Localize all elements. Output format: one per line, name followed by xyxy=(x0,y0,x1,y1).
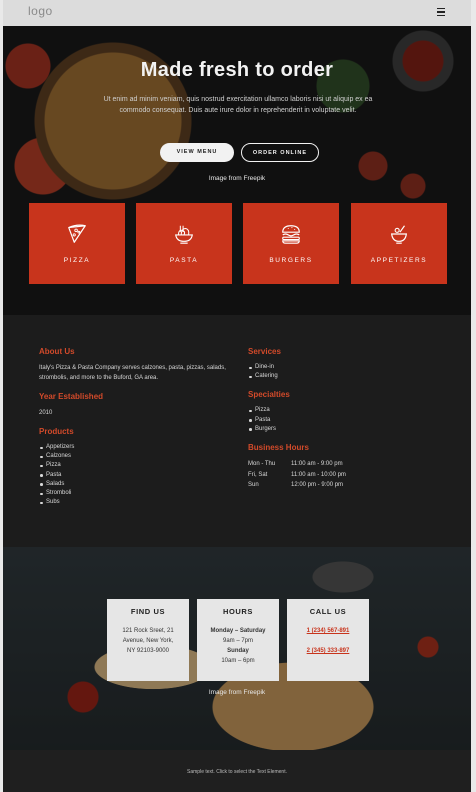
specialties-heading: Specialties xyxy=(248,390,290,400)
hero-section: Made fresh to order Ut enim ad minim ven… xyxy=(3,26,471,315)
info-right-column: Services Dine-in Catering Specialties Pi… xyxy=(248,347,438,491)
hero-title: Made fresh to order xyxy=(140,59,334,81)
contact-section: FIND US 121 Rock Sreet, 21 Avenue, New Y… xyxy=(3,547,471,750)
established-value: 2010 xyxy=(39,410,53,416)
address: 121 Rock Sreet, 21 Avenue, New York, NY … xyxy=(107,626,189,656)
specialties-list: Pizza Pasta Burgers xyxy=(248,406,438,434)
footer-text[interactable]: Sample text. Click to select the Text El… xyxy=(3,769,471,775)
hours-time: 11:00 am - 10:00 pm xyxy=(291,471,346,478)
find-us-card: FIND US 121 Rock Sreet, 21 Avenue, New Y… xyxy=(107,599,189,681)
hours-row: Fri, Sat 11:00 am - 10:00 pm xyxy=(248,470,438,481)
pizza-slice-icon xyxy=(68,224,86,243)
tile-label: PASTA xyxy=(169,257,199,264)
pasta-bowl-icon xyxy=(175,225,193,244)
burger-icon xyxy=(282,225,300,244)
site-footer: Sample text. Click to select the Text El… xyxy=(3,750,471,792)
services-list: Dine-in Catering xyxy=(248,363,438,381)
products-heading: Products xyxy=(39,427,74,436)
order-online-button[interactable]: ORDER ONLINE xyxy=(241,143,319,162)
phone-link[interactable]: 2 (345) 333-897 xyxy=(287,646,369,656)
hours-info: Monday – Saturday 9am – 7pm Sunday 10am … xyxy=(197,626,279,666)
list-item: Salads xyxy=(39,480,229,489)
info-section: About Us Italy's Pizza & Pasta Company s… xyxy=(3,315,471,547)
list-item: Subs xyxy=(39,498,229,507)
logo[interactable]: logo xyxy=(28,4,53,18)
address-line: Avenue, New York, xyxy=(122,638,174,644)
address-line: NY 92103-9000 xyxy=(127,648,169,654)
hours-day: Mon - Thu xyxy=(248,461,276,468)
list-item: Stromboli xyxy=(39,489,229,498)
hero-text: Ut enim ad minim veniam, quis nostrud ex… xyxy=(103,96,373,114)
page-frame: logo Made fresh to order Ut enim ad mini… xyxy=(3,0,471,792)
list-item: Pasta xyxy=(248,416,438,425)
about-heading: About Us xyxy=(39,347,75,356)
hours-day: Sun xyxy=(248,482,259,489)
about-text: Italy's Pizza & Pasta Company serves cal… xyxy=(39,365,226,381)
list-item: Pizza xyxy=(39,461,229,470)
hours-day: Fri, Sat xyxy=(248,471,268,478)
tile-label: APPETIZERS xyxy=(370,257,428,264)
card-title: CALL US xyxy=(309,607,347,616)
hours-line: 10am – 6pm xyxy=(221,658,255,664)
site-header: logo xyxy=(3,0,471,26)
hours-card: HOURS Monday – Saturday 9am – 7pm Sunday… xyxy=(197,599,279,681)
category-tiles: PIZZA PASTA BURGERS APPETIZERS xyxy=(29,203,447,284)
tile-appetizers[interactable]: APPETIZERS xyxy=(351,203,447,284)
list-item: Dine-in xyxy=(248,363,438,372)
tile-pizza[interactable]: PIZZA xyxy=(29,203,125,284)
contact-cards: FIND US 121 Rock Sreet, 21 Avenue, New Y… xyxy=(107,599,369,681)
phone-link[interactable]: 1 (234) 567-891 xyxy=(287,626,369,636)
hours-time: 12:00 pm - 9:00 pm xyxy=(291,482,344,489)
list-item: Appetizers xyxy=(39,443,229,452)
hero-image-credit: Image from Freepik xyxy=(208,175,266,182)
hours-row: Mon - Thu 11:00 am - 9:00 pm xyxy=(248,459,438,470)
hours-line: Monday – Saturday xyxy=(210,628,266,634)
card-title: HOURS xyxy=(222,607,254,616)
hours-line: 9am – 7pm xyxy=(222,638,253,644)
list-item: Calzones xyxy=(39,452,229,461)
info-left-column: About Us Italy's Pizza & Pasta Company s… xyxy=(39,347,229,507)
contact-image-credit: Image from Freepik xyxy=(208,689,266,696)
tile-burgers[interactable]: BURGERS xyxy=(243,203,339,284)
list-item: Catering xyxy=(248,372,438,381)
address-line: 121 Rock Sreet, 21 xyxy=(122,628,174,634)
hours-row: Sun 12:00 pm - 9:00 pm xyxy=(248,480,438,491)
call-us-card: CALL US 1 (234) 567-891 2 (345) 333-897 xyxy=(287,599,369,681)
services-heading: Services xyxy=(248,347,281,356)
list-item: Burgers xyxy=(248,425,438,434)
established-heading: Year Established xyxy=(39,392,104,401)
hours-time: 11:00 am - 9:00 pm xyxy=(291,461,343,468)
list-item: Pizza xyxy=(248,406,438,415)
view-menu-button[interactable]: VIEW MENU xyxy=(160,143,234,162)
phones: 1 (234) 567-891 2 (345) 333-897 xyxy=(287,626,369,656)
appetizer-bowl-icon xyxy=(390,225,408,244)
products-list: Appetizers Calzones Pizza Pasta Salads S… xyxy=(39,443,229,507)
hamburger-menu-icon[interactable] xyxy=(437,6,447,17)
hours-line: Sunday xyxy=(227,648,249,654)
tile-label: PIZZA xyxy=(63,257,91,264)
business-hours-heading: Business Hours xyxy=(248,443,309,453)
list-item: Pasta xyxy=(39,471,229,480)
tile-label: BURGERS xyxy=(269,257,313,264)
card-title: FIND US xyxy=(130,607,166,616)
tile-pasta[interactable]: PASTA xyxy=(136,203,232,284)
